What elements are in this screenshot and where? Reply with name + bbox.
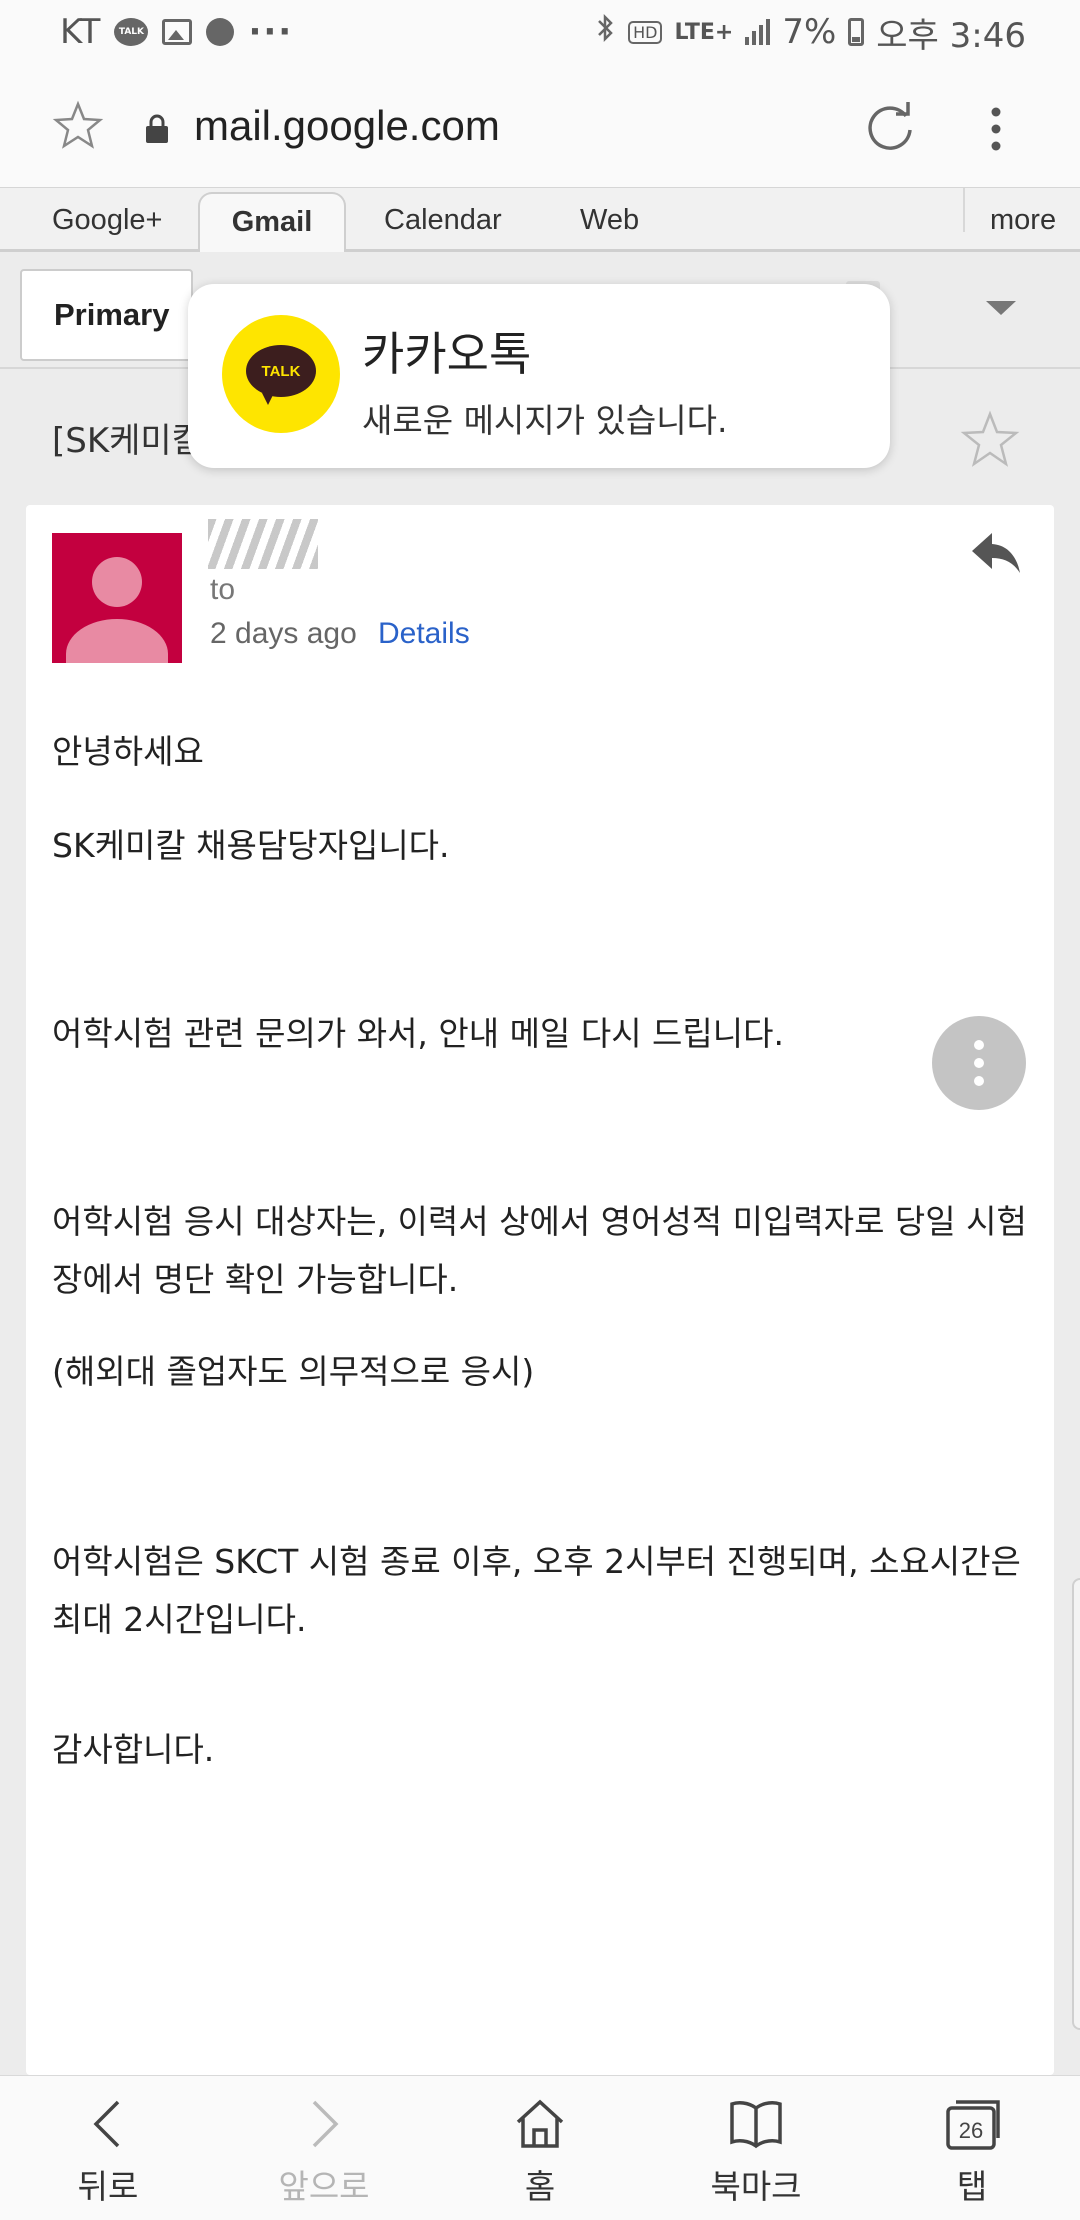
recipient-label: to (210, 573, 236, 606)
kakaotalk-notification-icon: TALK (114, 18, 149, 46)
notification-message: 새로운 메시지가 있습니다. (362, 401, 728, 440)
tabs-icon: 26 (946, 2100, 1000, 2150)
fab-dot (974, 1058, 984, 1068)
reply-icon[interactable] (970, 531, 1022, 575)
back-to-primary-button[interactable]: Primary (20, 269, 194, 361)
body-closing: 감사합니다. (52, 1730, 215, 1769)
back-button[interactable]: 뒤로 (0, 2076, 216, 2220)
message-card: to 2 days ago Details 안녕하세요 SK케미칼 채용담당자입… (26, 505, 1054, 2075)
body-paragraph-1: 어학시험 관련 문의가 와서, 안내 메일 다시 드립니다. (52, 1014, 784, 1053)
fab-dot (974, 1040, 984, 1050)
book-icon (730, 2101, 782, 2149)
kakaotalk-logo-icon: TALK (222, 315, 340, 433)
star-icon[interactable] (960, 409, 1020, 469)
more-options-fab[interactable] (932, 1016, 1026, 1110)
avatar-body (66, 619, 168, 663)
bluetooth-icon (596, 12, 616, 53)
chevron-left-icon (93, 2100, 120, 2148)
forward-button[interactable]: 앞으로 (216, 2076, 432, 2220)
browser-menu-icon[interactable] (976, 104, 1016, 154)
tab-divider (963, 188, 965, 232)
bookmarks-button[interactable]: 북마크 (648, 2076, 864, 2220)
kakaotalk-notification-popup[interactable]: TALK 카카오톡 새로운 메시지가 있습니다. (188, 284, 890, 468)
bookmarks-label: 북마크 (710, 2167, 802, 2206)
reload-icon[interactable] (862, 100, 918, 156)
signal-strength-icon (745, 19, 771, 45)
sender-avatar (52, 533, 182, 663)
carrier-label: KT (60, 12, 101, 52)
body-intro: SK케미칼 채용담당자입니다. (52, 826, 450, 865)
tab-gmail[interactable]: Gmail (198, 192, 346, 252)
hd-voice-icon: HD (628, 20, 663, 44)
body-paragraph-2: 어학시험 응시 대상자는, 이력서 상에서 영어성적 미입력자로 당일 시험장에… (52, 1202, 1027, 1299)
tab-more[interactable]: more (990, 204, 1056, 237)
body-greeting: 안녕하세요 (52, 732, 204, 771)
battery-percent: 7% (782, 12, 837, 52)
battery-icon (848, 18, 865, 46)
sender-name-redacted (208, 519, 318, 569)
home-button[interactable]: 홈 (432, 2076, 648, 2220)
tab-google-plus[interactable]: Google+ (52, 204, 162, 237)
home-icon (516, 2099, 564, 2148)
tab-calendar[interactable]: Calendar (384, 204, 502, 237)
url-text[interactable]: mail.google.com (194, 102, 500, 150)
tab-count: 26 (959, 2118, 983, 2143)
back-label: 뒤로 (77, 2167, 139, 2206)
lte-indicator: LTE+ (674, 19, 734, 45)
scrollbar[interactable] (1072, 1578, 1080, 2030)
home-label: 홈 (524, 2167, 556, 2206)
status-bar: KT TALK ··· HD LTE+ 7% 오후 3:46 (0, 0, 1080, 64)
tabs-label: 탭 (956, 2167, 988, 2206)
timer-notification-icon (206, 18, 235, 46)
fab-dot (974, 1076, 984, 1086)
tab-web[interactable]: Web (580, 204, 639, 237)
browser-url-bar: mail.google.com (0, 64, 1080, 188)
primary-label: Primary (54, 297, 170, 332)
tabs-button[interactable]: 26 탭 (864, 2076, 1080, 2220)
bookmark-star-icon[interactable] (52, 100, 104, 152)
google-services-tabs: Google+ Gmail Calendar Web more (0, 188, 1080, 252)
kakaotalk-logo-text: TALK (246, 345, 316, 405)
forward-label: 앞으로 (278, 2167, 370, 2206)
gallery-notification-icon (162, 19, 193, 45)
lock-icon (146, 114, 168, 143)
clock: 오후 3:46 (876, 15, 1026, 56)
avatar-head (92, 557, 142, 607)
chevron-down-icon[interactable] (986, 301, 1016, 315)
browser-bottom-nav: 뒤로 앞으로 홈 북마크 26 탭 (0, 2075, 1080, 2220)
more-notifications-icon: ··· (248, 12, 294, 52)
chevron-right-icon (312, 2100, 339, 2148)
body-paragraph-4: 어학시험은 SKCT 시험 종료 이후, 오후 2시부터 진행되며, 소요시간은… (52, 1542, 1021, 1639)
details-link[interactable]: Details (378, 617, 470, 651)
body-paragraph-3: (해외대 졸업자도 의무적으로 응시) (52, 1352, 535, 1391)
email-date: 2 days ago (210, 617, 357, 650)
notification-app-name: 카카오톡 (362, 327, 532, 381)
